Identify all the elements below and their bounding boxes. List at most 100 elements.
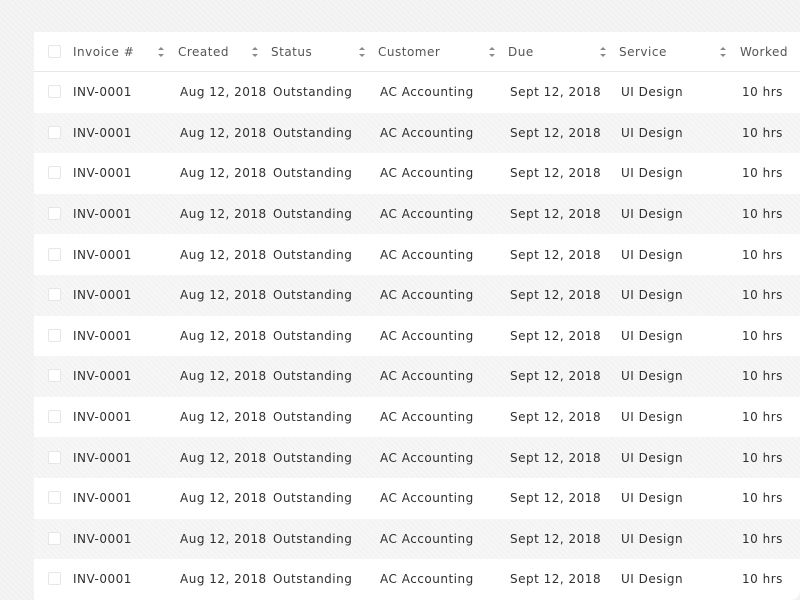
cell-created-date: Aug 12, 2018 (180, 450, 267, 465)
cell-status: Outstanding (273, 328, 353, 343)
cell-customer: AC Accounting (380, 369, 474, 384)
column-header-due[interactable]: Due (508, 32, 534, 71)
cell-hours-worked: 10 hrs (742, 125, 783, 140)
cell-invoice-number: INV-0001 (73, 531, 132, 546)
cell-created-date: Aug 12, 2018 (180, 572, 267, 587)
sort-arrows-icon[interactable] (158, 46, 164, 57)
table-row[interactable]: INV-0001 Aug 12, 2018 Outstanding AC Accoun… (34, 356, 800, 397)
table-row[interactable]: INV-0001 Aug 12, 2018 Outstanding AC Accoun… (34, 274, 800, 316)
cell-due-date: Sept 12, 2018 (510, 125, 602, 140)
sort-arrows-icon[interactable] (720, 46, 726, 57)
cell-created-date: Aug 12, 2018 (180, 207, 267, 222)
cell-customer: AC Accounting (380, 572, 474, 587)
table-row[interactable]: INV-0001 Aug 12, 2018 Outstanding AC Accoun… (34, 193, 800, 235)
cell-created-date: Aug 12, 2018 (180, 369, 267, 384)
cell-service: UI Design (621, 247, 684, 262)
sort-arrows-icon[interactable] (600, 46, 606, 57)
table-row[interactable]: INV-0001 Aug 12, 2018 Outstanding AC Accoun… (34, 72, 800, 113)
table-row[interactable]: INV-0001 Aug 12, 2018 Outstanding AC Accoun… (34, 396, 800, 438)
cell-created-date: Aug 12, 2018 (180, 491, 267, 506)
table-row[interactable]: INV-0001 Aug 12, 2018 Outstanding AC Accoun… (34, 234, 800, 275)
row-checkbox[interactable] (48, 369, 61, 383)
cell-hours-worked: 10 hrs (742, 531, 783, 546)
cell-status: Outstanding (273, 288, 353, 303)
cell-invoice-number: INV-0001 (73, 207, 132, 222)
cell-service: UI Design (621, 572, 684, 587)
row-checkbox[interactable] (48, 288, 61, 302)
column-header-created[interactable]: Created (178, 32, 229, 71)
row-checkbox[interactable] (48, 572, 61, 586)
table-header-row: Invoice # Created Status Customer Due Se… (34, 32, 800, 72)
table-row[interactable]: INV-0001 Aug 12, 2018 Outstanding AC Accoun… (34, 518, 800, 560)
cell-status: Outstanding (273, 491, 353, 506)
cell-service: UI Design (621, 125, 684, 140)
cell-status: Outstanding (273, 85, 353, 100)
cell-due-date: Sept 12, 2018 (510, 369, 602, 384)
cell-created-date: Aug 12, 2018 (180, 125, 267, 140)
row-checkbox[interactable] (48, 247, 61, 261)
row-checkbox[interactable] (48, 450, 61, 464)
cell-status: Outstanding (273, 125, 353, 140)
cell-status: Outstanding (273, 572, 353, 587)
cell-hours-worked: 10 hrs (742, 369, 783, 384)
cell-due-date: Sept 12, 2018 (510, 491, 602, 506)
cell-customer: AC Accounting (380, 288, 474, 303)
cell-invoice-number: INV-0001 (73, 247, 132, 262)
row-checkbox[interactable] (48, 85, 61, 99)
cell-status: Outstanding (273, 247, 353, 262)
cell-created-date: Aug 12, 2018 (180, 85, 267, 100)
cell-created-date: Aug 12, 2018 (180, 531, 267, 546)
table-row[interactable]: INV-0001 Aug 12, 2018 Outstanding AC Accoun… (34, 315, 800, 357)
cell-hours-worked: 10 hrs (742, 450, 783, 465)
row-checkbox[interactable] (48, 531, 61, 545)
column-header-service[interactable]: Service (619, 32, 667, 71)
cell-created-date: Aug 12, 2018 (180, 247, 267, 262)
cell-service: UI Design (621, 328, 684, 343)
table-row[interactable]: INV-0001 Aug 12, 2018 Outstanding AC Accoun… (34, 153, 800, 194)
cell-hours-worked: 10 hrs (742, 328, 783, 343)
row-checkbox[interactable] (48, 166, 61, 180)
cell-service: UI Design (621, 491, 684, 506)
table-row[interactable]: INV-0001 Aug 12, 2018 Outstanding AC Accoun… (34, 112, 800, 154)
sort-arrows-icon[interactable] (489, 46, 495, 57)
cell-hours-worked: 10 hrs (742, 410, 783, 425)
row-checkbox[interactable] (48, 410, 61, 424)
table-row[interactable]: INV-0001 Aug 12, 2018 Outstanding AC Accoun… (34, 437, 800, 478)
cell-invoice-number: INV-0001 (73, 328, 132, 343)
row-checkbox[interactable] (48, 491, 61, 505)
cell-invoice-number: INV-0001 (73, 410, 132, 425)
cell-status: Outstanding (273, 410, 353, 425)
row-checkbox[interactable] (48, 125, 61, 139)
cell-invoice-number: INV-0001 (73, 491, 132, 506)
cell-service: UI Design (621, 207, 684, 222)
row-checkbox[interactable] (48, 207, 61, 221)
cell-hours-worked: 10 hrs (742, 207, 783, 222)
cell-invoice-number: INV-0001 (73, 166, 132, 181)
cell-customer: AC Accounting (380, 450, 474, 465)
table-row[interactable]: INV-0001 Aug 12, 2018 Outstanding AC Accoun… (34, 559, 800, 600)
cell-due-date: Sept 12, 2018 (510, 247, 602, 262)
cell-due-date: Sept 12, 2018 (510, 531, 602, 546)
cell-customer: AC Accounting (380, 166, 474, 181)
select-all-checkbox[interactable] (48, 44, 61, 58)
cell-status: Outstanding (273, 531, 353, 546)
cell-hours-worked: 10 hrs (742, 491, 783, 506)
page-background: Invoice # Created Status Customer Due Se… (0, 0, 800, 600)
column-header-customer[interactable]: Customer (378, 32, 440, 71)
row-checkbox[interactable] (48, 328, 61, 342)
cell-due-date: Sept 12, 2018 (510, 288, 602, 303)
cell-service: UI Design (621, 85, 684, 100)
cell-created-date: Aug 12, 2018 (180, 166, 267, 181)
cell-service: UI Design (621, 369, 684, 384)
column-header-worked[interactable]: Worked (740, 32, 788, 71)
table-row[interactable]: INV-0001 Aug 12, 2018 Outstanding AC Accoun… (34, 477, 800, 519)
column-header-invoice[interactable]: Invoice # (73, 32, 134, 71)
cell-due-date: Sept 12, 2018 (510, 207, 602, 222)
cell-due-date: Sept 12, 2018 (510, 450, 602, 465)
cell-service: UI Design (621, 450, 684, 465)
column-header-status[interactable]: Status (271, 32, 312, 71)
cell-invoice-number: INV-0001 (73, 450, 132, 465)
sort-arrows-icon[interactable] (252, 46, 258, 57)
sort-arrows-icon[interactable] (359, 46, 365, 57)
cell-status: Outstanding (273, 207, 353, 222)
